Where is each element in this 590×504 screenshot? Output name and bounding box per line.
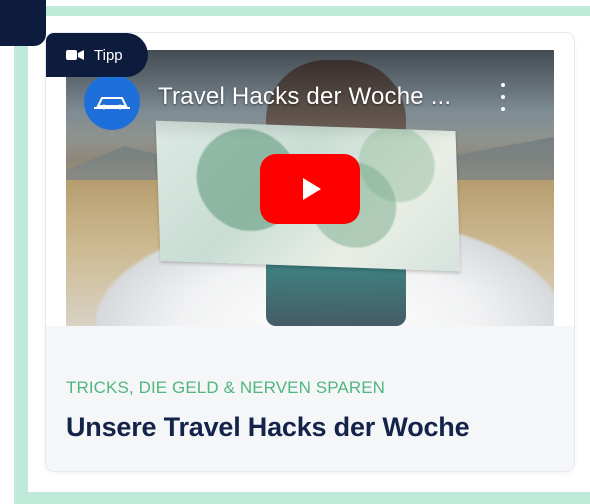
kebab-menu-icon[interactable]	[496, 83, 510, 111]
youtube-embed[interactable]: Travel Hacks der Woche ...	[66, 50, 554, 326]
youtube-play-icon[interactable]	[260, 154, 360, 224]
article-headline[interactable]: Unsere Travel Hacks der Woche	[66, 412, 470, 443]
teaser-caption: TRICKS, DIE GELD & NERVEN SPAREN Unsere …	[46, 326, 574, 471]
tipp-badge: Tipp	[46, 33, 148, 77]
video-title[interactable]: Travel Hacks der Woche ...	[158, 83, 451, 111]
corner-tag	[0, 0, 46, 46]
car-logo-icon[interactable]	[84, 74, 140, 130]
article-kicker: TRICKS, DIE GELD & NERVEN SPAREN	[66, 378, 386, 397]
badge-label: Tipp	[94, 46, 123, 64]
video-camera-icon	[66, 49, 84, 61]
